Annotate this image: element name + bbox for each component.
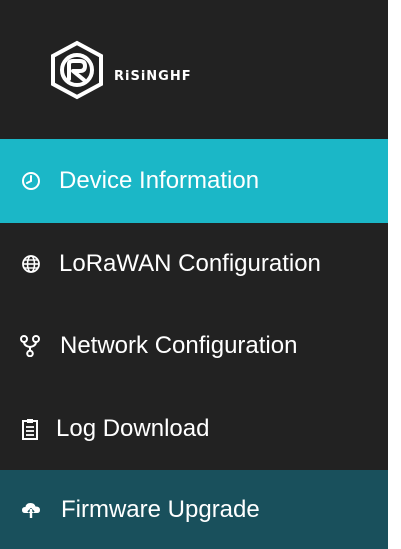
nav-item-firmware-upgrade[interactable]: Firmware Upgrade	[0, 470, 388, 549]
network-icon	[19, 335, 41, 357]
clipboard-icon	[19, 418, 41, 440]
nav-item-label: Device Information	[59, 167, 260, 194]
logo-area: RiSiNGHF	[0, 0, 388, 137]
nav-item-device-information[interactable]: Device Information	[0, 139, 388, 223]
nav-item-label: Firmware Upgrade	[61, 495, 260, 523]
sidebar: RiSiNGHF Device Information LoRaWAN Conf…	[0, 0, 388, 549]
clock-icon	[20, 170, 42, 192]
nav-item-label: Network Configuration	[60, 332, 298, 359]
nav-item-label: Log Download	[56, 415, 210, 442]
nav-item-log-download[interactable]: Log Download	[0, 388, 388, 470]
nav-item-lorawan-configuration[interactable]: LoRaWAN Configuration	[0, 223, 388, 305]
nav-item-network-configuration[interactable]: Network Configuration	[0, 305, 388, 387]
cloud-upload-icon	[20, 499, 42, 521]
nav-item-label: LoRaWAN Configuration	[59, 250, 321, 277]
risinghf-logo-icon	[51, 40, 103, 100]
brand-name: RiSiNGHF	[114, 69, 192, 84]
globe-icon	[20, 253, 42, 275]
